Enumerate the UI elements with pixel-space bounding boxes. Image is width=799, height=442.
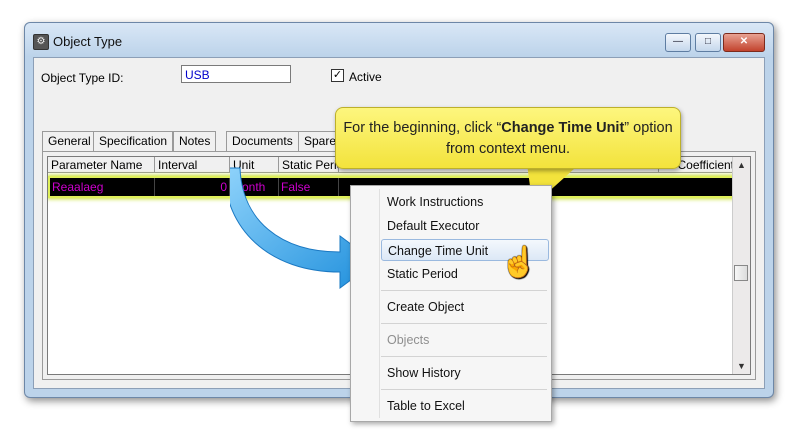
tab-notes[interactable]: Notes bbox=[173, 131, 217, 151]
cell-interval: 0 bbox=[155, 178, 230, 196]
active-checkbox[interactable]: ✓ bbox=[331, 69, 344, 82]
menu-item-create-object[interactable]: Create Object bbox=[387, 296, 549, 318]
tab-documents[interactable]: Documents bbox=[226, 131, 299, 151]
vertical-scrollbar[interactable]: ▲ ▼ bbox=[732, 157, 750, 374]
tab-general[interactable]: General bbox=[42, 131, 97, 151]
menu-separator bbox=[381, 389, 547, 390]
menu-item-table-to-excel[interactable]: Table to Excel bbox=[387, 395, 549, 417]
object-type-id-label: Object Type ID: bbox=[41, 71, 124, 85]
menu-separator bbox=[381, 290, 547, 291]
window-title: Object Type bbox=[53, 34, 123, 49]
callout-text-bold: Change Time Unit bbox=[501, 120, 625, 136]
minimize-button[interactable]: — bbox=[665, 33, 691, 52]
context-menu: Work Instructions Default Executor Chang… bbox=[350, 185, 552, 422]
tab-specification[interactable]: Specification bbox=[93, 131, 174, 151]
menu-separator bbox=[381, 323, 547, 324]
app-gear-icon: ⚙ bbox=[33, 34, 49, 50]
maximize-button[interactable]: □ bbox=[695, 33, 721, 52]
menu-item-default-executor[interactable]: Default Executor bbox=[387, 215, 549, 237]
menu-item-work-instructions[interactable]: Work Instructions bbox=[387, 191, 549, 213]
menu-item-objects: Objects bbox=[387, 333, 430, 347]
scroll-thumb[interactable] bbox=[734, 265, 748, 281]
column-header-parameter-name[interactable]: Parameter Name bbox=[48, 157, 155, 173]
menu-gutter bbox=[379, 189, 380, 418]
title-bar[interactable]: ⚙ Object Type — □ ✕ bbox=[25, 23, 773, 57]
scroll-up-arrow-icon[interactable]: ▲ bbox=[737, 160, 746, 170]
cell-parameter-name: Reaalaeg bbox=[50, 178, 155, 196]
active-label: Active bbox=[349, 70, 382, 84]
callout-text-start: For the beginning, click “ bbox=[343, 120, 502, 136]
menu-item-show-history[interactable]: Show History bbox=[387, 362, 549, 384]
hand-pointer-icon: ☝ bbox=[500, 246, 538, 279]
instruction-callout: For the beginning, click “Change Time Un… bbox=[335, 107, 681, 169]
scroll-down-arrow-icon[interactable]: ▼ bbox=[737, 361, 746, 371]
close-button[interactable]: ✕ bbox=[723, 33, 765, 52]
menu-separator bbox=[381, 356, 547, 357]
column-header-interval[interactable]: Interval bbox=[155, 157, 230, 173]
object-type-id-input[interactable]: USB bbox=[181, 65, 291, 83]
